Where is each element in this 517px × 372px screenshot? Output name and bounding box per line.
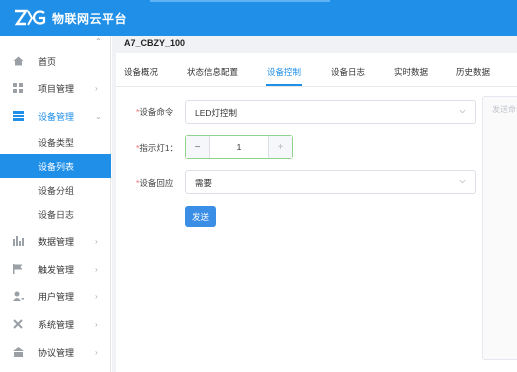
sidebar-item-users[interactable]: 用户管理 › (0, 283, 111, 309)
top-bar: 物联网云平台 (0, 0, 517, 36)
flag-icon (12, 263, 24, 275)
sidebar-item-home[interactable]: 首页 (0, 48, 111, 74)
command-log-panel[interactable]: 发送命令 (482, 96, 517, 360)
app-title: 物联网云平台 (52, 12, 128, 26)
response-select-value: 需要 (195, 178, 213, 188)
sidebar-item-label: 项目管理 (38, 83, 75, 94)
sidebar-item-label: 系统管理 (38, 319, 75, 330)
top-accent-line (150, 0, 330, 2)
sidebar-subitem-label: 设备分组 (38, 185, 75, 196)
sidebar-subitem-device-list[interactable]: 设备列表 (0, 154, 111, 178)
log-placeholder: 发送命令 (492, 105, 517, 114)
chevron-down-icon: ⌄ (95, 111, 102, 121)
sidebar-item-system[interactable]: 系统管理 › (0, 311, 111, 337)
command-label-text: 设备命令 (139, 107, 174, 117)
tab-overview[interactable]: 设备概况 (124, 66, 158, 78)
chevron-right-icon: › (95, 319, 98, 329)
sidebar-item-data[interactable]: 数据管理 › (0, 228, 111, 254)
sidebar-subitem-label: 设备列表 (38, 161, 75, 172)
sidebar-item-label: 数据管理 (38, 236, 75, 247)
chevron-right-icon: › (95, 83, 98, 93)
indicator-field-label: *指示灯1： (136, 142, 178, 154)
indicator-label-text: 指示灯1： (139, 143, 179, 153)
grid-icon (12, 82, 24, 94)
sidebar-item-label: 触发管理 (38, 264, 75, 275)
sidebar-subitem-device-groups[interactable]: 设备分组 (0, 178, 111, 202)
response-select[interactable]: 需要 (185, 170, 476, 194)
bar-chart-icon (12, 235, 24, 247)
home-icon (12, 55, 24, 67)
command-select[interactable]: LED灯控制 (185, 100, 476, 124)
sidebar-item-label: 协议管理 (38, 347, 75, 358)
sidebar-item-label: 首页 (38, 56, 57, 67)
indicator-value[interactable]: 1 (210, 142, 268, 152)
device-icon (12, 110, 24, 122)
sidebar-subitem-device-logs[interactable]: 设备日志 (0, 202, 111, 226)
sidebar-item-projects[interactable]: 项目管理 › (0, 75, 111, 101)
tab-device-log[interactable]: 设备日志 (331, 66, 365, 78)
protocol-icon (12, 346, 24, 358)
command-field-label: *设备命令 (136, 106, 173, 118)
sidebar-item-label: 设备管理 (38, 111, 75, 122)
sidebar-item-devices[interactable]: 设备管理 ⌄ (0, 103, 111, 129)
tab-bar: 设备概况 状态信息配置 设备控制 设备日志 实时数据 历史数据 (116, 53, 517, 87)
chevron-right-icon: › (95, 291, 98, 301)
tab-device-control[interactable]: 设备控制 (267, 66, 301, 78)
sidebar-item-label: 用户管理 (38, 291, 75, 302)
response-label-text: 设备回应 (139, 178, 174, 188)
zlg-logo-icon (14, 9, 46, 26)
chevron-down-icon (459, 109, 466, 114)
tab-status-config[interactable]: 状态信息配置 (187, 66, 238, 78)
sidebar-subitem-label: 设备类型 (38, 137, 75, 148)
response-field-label: *设备回应 (136, 177, 173, 189)
sidebar-item-triggers[interactable]: 触发管理 › (0, 256, 111, 282)
tab-realtime-data[interactable]: 实时数据 (394, 66, 428, 78)
chevron-right-icon: › (95, 347, 98, 357)
chevron-right-icon: › (95, 236, 98, 246)
sidebar-subitem-label: 设备日志 (38, 209, 75, 220)
tab-history-data[interactable]: 历史数据 (456, 66, 490, 78)
device-name-title: A7_CBZY_100 (124, 38, 186, 48)
sidebar-subitem-device-types[interactable]: 设备类型 (0, 130, 111, 154)
tools-icon (12, 318, 24, 330)
decrement-button[interactable]: − (186, 136, 210, 158)
chevron-right-icon: › (95, 264, 98, 274)
increment-button[interactable]: + (268, 136, 292, 158)
active-tab-indicator (266, 84, 302, 86)
command-select-value: LED灯控制 (195, 108, 238, 118)
send-button[interactable]: 发送 (185, 206, 216, 227)
chevron-down-icon (459, 179, 466, 184)
sidebar-item-protocols[interactable]: 协议管理 › (0, 339, 111, 365)
collapse-arrow-icon[interactable]: ⌃ (95, 37, 102, 46)
user-icon (12, 290, 24, 302)
indicator-stepper[interactable]: − 1 + (185, 135, 293, 159)
